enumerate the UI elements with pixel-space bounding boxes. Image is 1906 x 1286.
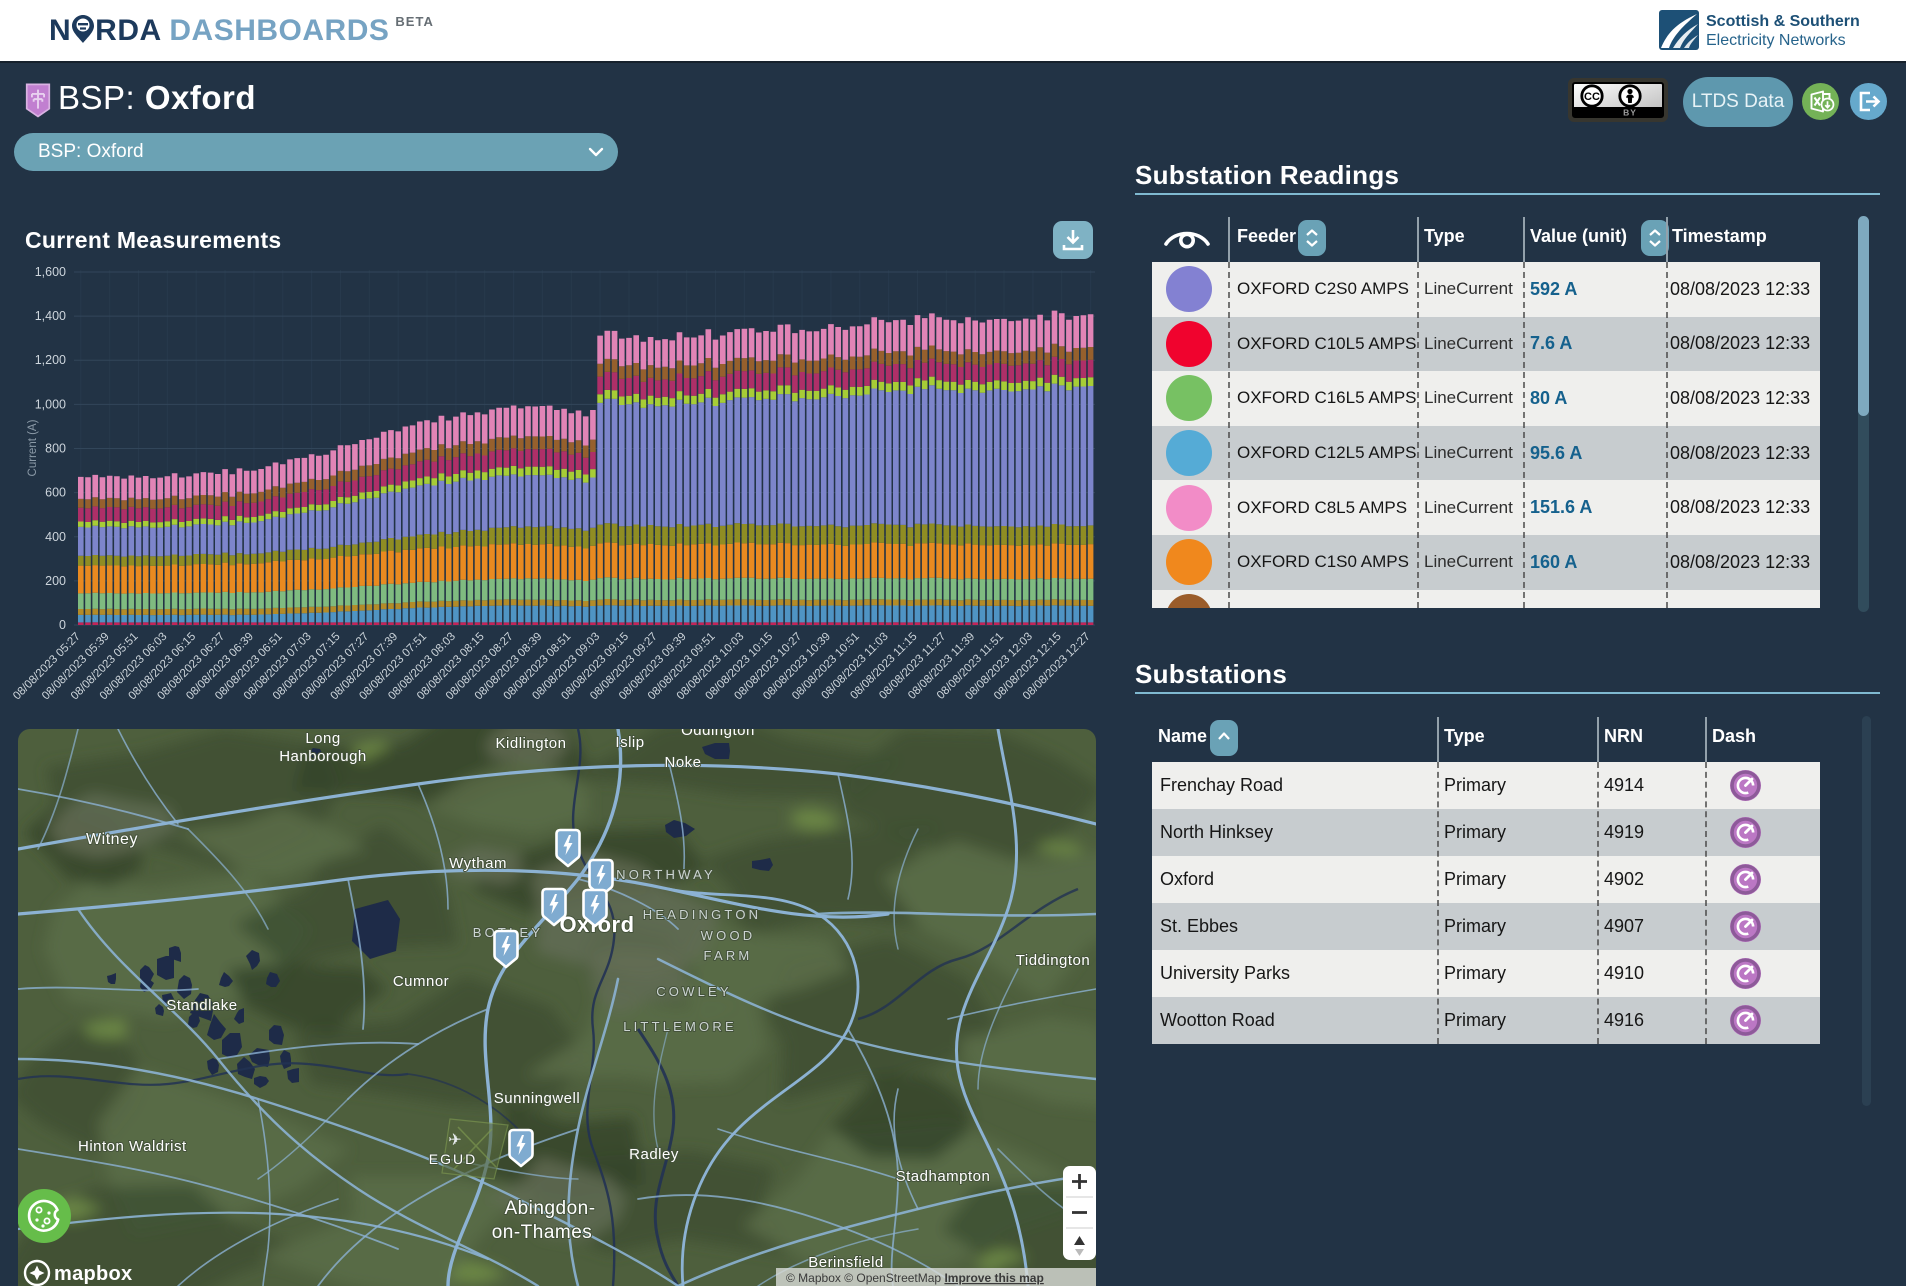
svg-text:LITTLEMORE: LITTLEMORE xyxy=(623,1019,737,1034)
svg-text:EGUD: EGUD xyxy=(429,1151,477,1167)
svg-text:COWLEY: COWLEY xyxy=(656,984,732,999)
svg-text:Standlake: Standlake xyxy=(166,997,237,1014)
svg-text:Tiddington: Tiddington xyxy=(1016,952,1091,969)
svg-text:CC: CC xyxy=(1584,91,1600,103)
svg-text:1,600: 1,600 xyxy=(35,265,66,279)
svg-text:NORTHWAY: NORTHWAY xyxy=(616,867,716,882)
svg-text:1,200: 1,200 xyxy=(35,353,66,367)
svg-text:mapbox: mapbox xyxy=(54,1263,132,1285)
svg-text:Sunningwell: Sunningwell xyxy=(494,1090,580,1107)
svg-text:800: 800 xyxy=(45,442,66,456)
svg-text:Islip: Islip xyxy=(615,734,644,751)
svg-text:400: 400 xyxy=(45,530,66,544)
svg-text:© Mapbox © OpenStreetMap Impro: © Mapbox © OpenStreetMap Improve this ma… xyxy=(786,1271,1044,1285)
svg-text:Long: Long xyxy=(305,730,340,747)
svg-text:0: 0 xyxy=(59,618,66,632)
svg-text:Witney: Witney xyxy=(86,831,138,848)
svg-text:1,400: 1,400 xyxy=(35,309,66,323)
svg-text:600: 600 xyxy=(45,486,66,500)
svg-text:Radley: Radley xyxy=(629,1146,679,1163)
svg-text:Kidlington: Kidlington xyxy=(496,735,567,752)
svg-text:Abingdon-: Abingdon- xyxy=(504,1198,595,1219)
svg-text:✈: ✈ xyxy=(448,1132,461,1149)
svg-text:Current (A): Current (A) xyxy=(27,419,39,476)
svg-text:on-Thames: on-Thames xyxy=(492,1222,593,1243)
svg-text:Cumnor: Cumnor xyxy=(393,973,449,990)
svg-text:Hinton Waldrist: Hinton Waldrist xyxy=(78,1138,187,1155)
svg-text:Hanborough: Hanborough xyxy=(279,748,367,765)
svg-text:FARM: FARM xyxy=(704,948,753,963)
svg-text:WOOD: WOOD xyxy=(701,928,756,943)
svg-text:Wytham: Wytham xyxy=(449,855,507,872)
svg-text:Oddington: Oddington xyxy=(681,729,755,739)
svg-text:HEADINGTON: HEADINGTON xyxy=(643,907,761,922)
svg-text:200: 200 xyxy=(45,574,66,588)
svg-text:1,000: 1,000 xyxy=(35,397,66,411)
svg-text:BY: BY xyxy=(1623,108,1637,118)
svg-text:Noke: Noke xyxy=(664,754,701,771)
svg-text:Stadhampton: Stadhampton xyxy=(896,1168,991,1185)
